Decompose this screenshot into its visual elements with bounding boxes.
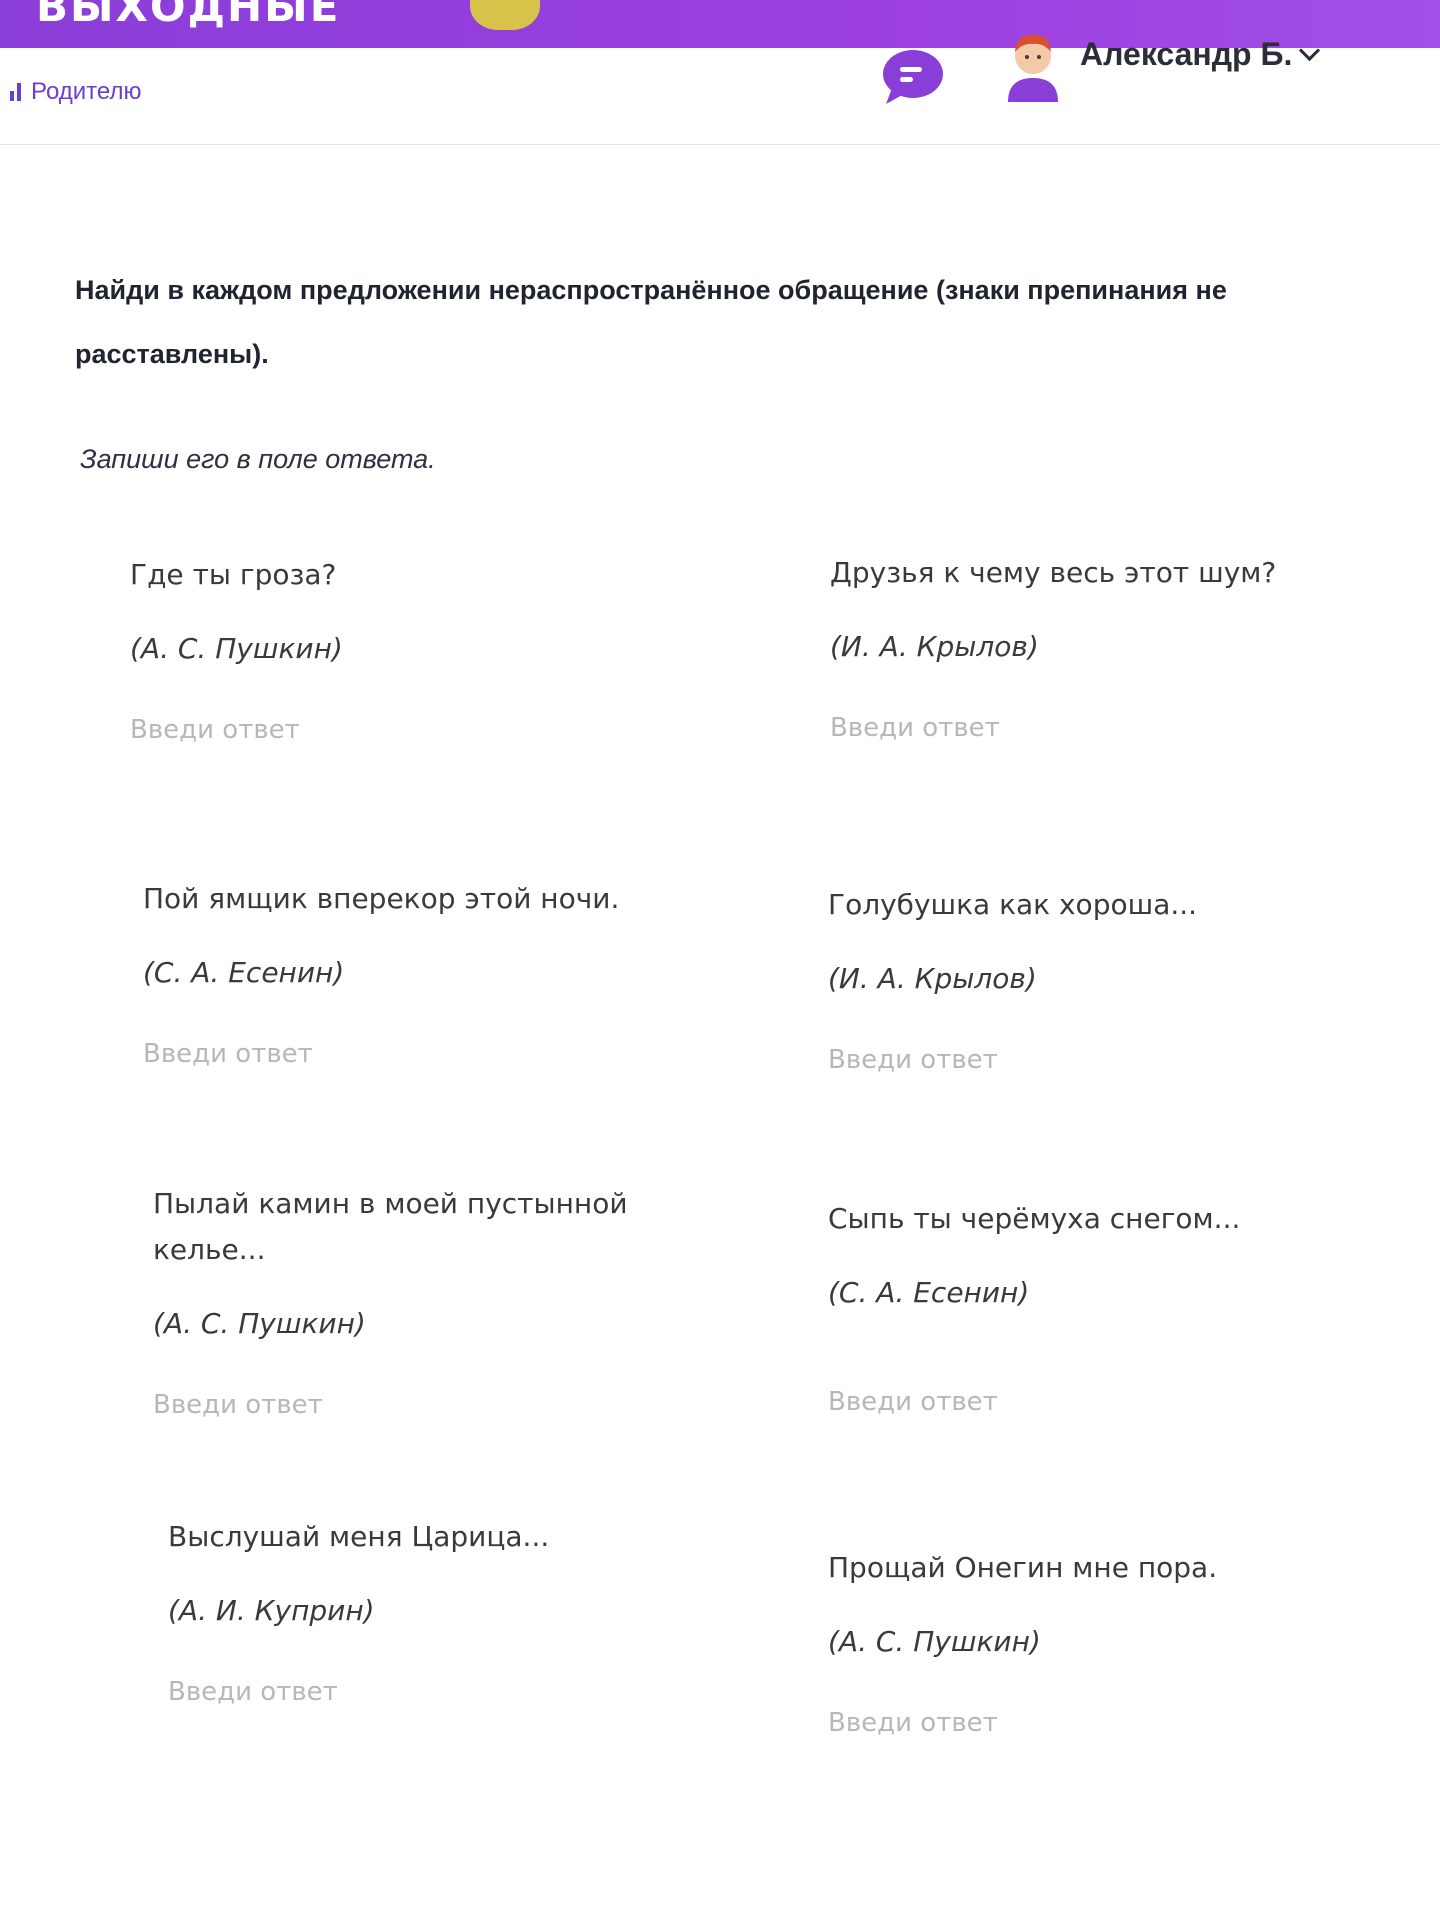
answer-input[interactable] [153, 1390, 633, 1420]
exercise-author: (С. А. Есенин) [828, 1276, 1030, 1309]
exercise-author: (И. А. Крылов) [830, 630, 1039, 663]
answer-input[interactable] [143, 1039, 623, 1069]
chat-button[interactable] [880, 48, 946, 108]
exercise-item: Сыпь ты черёмуха снегом... (С. А. Есенин… [828, 1196, 1388, 1417]
chevron-down-icon [1299, 39, 1321, 62]
exercise-item: Пой ямщик вперекор этой ночи. (С. А. Есе… [143, 876, 703, 1069]
exercise-sentence: Где ты гроза? [130, 558, 337, 591]
answer-input[interactable] [828, 1045, 1308, 1075]
exercise-sentence: Пылай камин в моей пустынной келье... [153, 1187, 628, 1266]
exercise-item: Где ты гроза? (А. С. Пушкин) [130, 552, 690, 745]
user-avatar-icon [1008, 34, 1058, 102]
exercise-item: Пылай камин в моей пустынной келье... (А… [153, 1181, 673, 1420]
exercise-author: (С. А. Есенин) [143, 956, 345, 989]
exercise-item: Выслушай меня Царица... (А. И. Куприн) [168, 1514, 728, 1707]
banner-text: ВЫХОДНЫЕ [36, 0, 341, 31]
exercise-sentence: Пой ямщик вперекор этой ночи. [143, 882, 620, 915]
exercise-sentence: Выслушай меня Царица... [168, 1520, 550, 1553]
banner-illustration [470, 0, 540, 30]
exercise-sentence: Голубушка как хороша... [828, 888, 1198, 921]
exercise-sentence: Сыпь ты черёмуха снегом... [828, 1202, 1241, 1235]
answer-input[interactable] [828, 1708, 1308, 1738]
parent-link[interactable]: Родителю [10, 78, 141, 106]
exercise-author: (А. С. Пушкин) [828, 1625, 1041, 1658]
chat-icon [883, 50, 943, 104]
exercise-item: Голубушка как хороша... (И. А. Крылов) [828, 882, 1388, 1075]
user-menu[interactable]: Александр Б. [1080, 36, 1321, 73]
task-title: Найди в каждом предложении нераспростран… [75, 275, 1227, 369]
parent-link-label: Родителю [31, 78, 142, 105]
answer-input[interactable] [130, 715, 610, 745]
exercise-author: (А. С. Пушкин) [153, 1307, 366, 1340]
header: Родителю Александр Б. [0, 34, 1440, 145]
answer-input[interactable] [828, 1387, 1308, 1417]
task-instruction: Запиши его в поле ответа. [80, 444, 436, 474]
user-name: Александр Б. [1080, 36, 1293, 72]
answer-input[interactable] [830, 713, 1310, 743]
exercise-author: (А. С. Пушкин) [130, 632, 343, 665]
exercise-sentence: Друзья к чему весь этот шум? [830, 556, 1277, 589]
avatar[interactable] [1000, 26, 1066, 102]
exercise-item: Друзья к чему весь этот шум? (И. А. Крыл… [830, 550, 1390, 743]
exercise-author: (А. И. Куприн) [168, 1594, 375, 1627]
exercise-author: (И. А. Крылов) [828, 962, 1037, 995]
bars-icon [10, 83, 21, 101]
exercise-sentence: Прощай Онегин мне пора. [828, 1551, 1218, 1584]
answer-input[interactable] [168, 1677, 648, 1707]
exercise-item: Прощай Онегин мне пора. (А. С. Пушкин) [828, 1545, 1388, 1738]
